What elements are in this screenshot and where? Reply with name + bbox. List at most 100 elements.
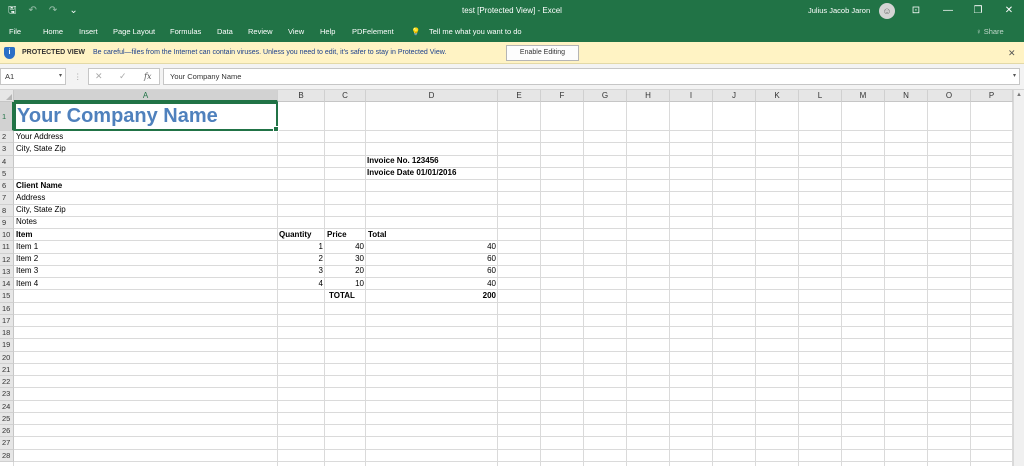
cell-c14[interactable]: 10	[326, 278, 364, 290]
close-message-bar-icon[interactable]: ✕	[1008, 42, 1016, 64]
cell-d4[interactable]: Invoice No. 123456	[367, 155, 439, 167]
cell-b14[interactable]: 4	[279, 278, 323, 290]
tab-insert[interactable]: Insert	[79, 22, 98, 42]
row-header-26[interactable]: 26	[0, 425, 14, 438]
column-header-j[interactable]: J	[713, 90, 756, 102]
row-header-20[interactable]: 20	[0, 351, 14, 364]
row-header-14[interactable]: 14	[0, 278, 14, 291]
column-header-b[interactable]: B	[278, 90, 325, 102]
cell-a7[interactable]: Address	[16, 192, 45, 204]
insert-function-icon[interactable]: fx	[144, 69, 151, 84]
cell-a9[interactable]: Notes	[16, 216, 37, 228]
row-header-13[interactable]: 13	[0, 265, 14, 278]
cell-d15[interactable]: 200	[367, 290, 496, 302]
cell-d14[interactable]: 40	[367, 278, 496, 290]
row-header-24[interactable]: 24	[0, 400, 14, 413]
cancel-icon[interactable]: ✕	[95, 69, 103, 84]
cell-d12[interactable]: 60	[367, 253, 496, 265]
cell-a8[interactable]: City, State Zip	[16, 204, 66, 216]
formula-bar-grip[interactable]: ⋮	[74, 68, 82, 85]
column-header-g[interactable]: G	[584, 90, 627, 102]
row-header-9[interactable]: 9	[0, 216, 14, 229]
cell-a6[interactable]: Client Name	[16, 180, 62, 192]
expand-formula-bar-icon[interactable]: ▾	[1013, 69, 1016, 84]
row-header-2[interactable]: 2	[0, 131, 14, 144]
row-header-3[interactable]: 3	[0, 143, 14, 156]
row-header-18[interactable]: 18	[0, 327, 14, 340]
share-button[interactable]: ♀ Share	[976, 22, 1004, 42]
row-header-12[interactable]: 12	[0, 253, 14, 266]
row-header-6[interactable]: 6	[0, 180, 14, 193]
tab-data[interactable]: Data	[217, 22, 233, 42]
row-header-25[interactable]: 25	[0, 412, 14, 425]
worksheet-grid[interactable]: A B C D E F G H I J K L M N O P 1 2 3 4 5 6 7 8 9 10 11 12 13 14 15 16 1…	[0, 90, 1024, 466]
row-header-22[interactable]: 22	[0, 376, 14, 389]
column-header-o[interactable]: O	[928, 90, 971, 102]
cell-b13[interactable]: 3	[279, 265, 323, 277]
tab-help[interactable]: Help	[320, 22, 335, 42]
row-header-8[interactable]: 8	[0, 204, 14, 217]
tab-pdfelement[interactable]: PDFelement	[352, 22, 394, 42]
column-header-d[interactable]: D	[366, 90, 498, 102]
row-header-1[interactable]: 1	[0, 102, 14, 131]
cell-c15[interactable]: TOTAL	[329, 290, 355, 302]
cell-b11[interactable]: 1	[279, 241, 323, 253]
cell-a2[interactable]: Your Address	[16, 131, 63, 143]
user-name[interactable]: Julius Jacob Jaron	[808, 0, 870, 22]
chevron-down-icon[interactable]: ▾	[59, 69, 62, 84]
close-button[interactable]: ✕	[999, 0, 1019, 22]
cell-a12[interactable]: Item 2	[16, 253, 38, 265]
row-header-5[interactable]: 5	[0, 167, 14, 180]
cell-a11[interactable]: Item 1	[16, 241, 38, 253]
row-header-27[interactable]: 27	[0, 437, 14, 450]
column-header-f[interactable]: F	[541, 90, 584, 102]
avatar[interactable]: ☺	[879, 3, 895, 19]
row-header-23[interactable]: 23	[0, 388, 14, 401]
tab-page-layout[interactable]: Page Layout	[113, 22, 155, 42]
protected-view-message[interactable]: Be careful—files from the Internet can c…	[93, 42, 446, 64]
tab-review[interactable]: Review	[248, 22, 273, 42]
row-header-7[interactable]: 7	[0, 192, 14, 205]
cell-d5[interactable]: Invoice Date 01/01/2016	[367, 167, 456, 179]
row-header-15[interactable]: 15	[0, 290, 14, 303]
column-header-l[interactable]: L	[799, 90, 842, 102]
column-header-c[interactable]: C	[325, 90, 366, 102]
cell-b10[interactable]: Quantity	[279, 229, 311, 241]
tab-home[interactable]: Home	[43, 22, 63, 42]
column-header-i[interactable]: I	[670, 90, 713, 102]
formula-input[interactable]: Your Company Name ▾	[163, 68, 1020, 85]
tab-view[interactable]: View	[288, 22, 304, 42]
cell-c12[interactable]: 30	[326, 253, 364, 265]
row-header-11[interactable]: 11	[0, 241, 14, 254]
row-header-10[interactable]: 10	[0, 229, 14, 242]
column-header-m[interactable]: M	[842, 90, 885, 102]
cell-c13[interactable]: 20	[326, 265, 364, 277]
select-all-button[interactable]	[0, 90, 14, 102]
minimize-button[interactable]: —	[938, 0, 958, 22]
row-header-17[interactable]: 17	[0, 314, 14, 327]
cell-d10[interactable]: Total	[368, 229, 387, 241]
column-header-a[interactable]: A	[14, 90, 278, 102]
scroll-up-icon[interactable]: ▲	[1016, 92, 1022, 98]
cell-a13[interactable]: Item 3	[16, 265, 38, 277]
row-header-4[interactable]: 4	[0, 155, 14, 168]
ribbon-display-options-icon[interactable]: ⊡	[906, 0, 926, 22]
cell-b12[interactable]: 2	[279, 253, 323, 265]
lightbulb-icon[interactable]: 💡	[411, 22, 420, 42]
column-header-p[interactable]: P	[971, 90, 1013, 102]
row-header-16[interactable]: 16	[0, 302, 14, 315]
row-header-21[interactable]: 21	[0, 363, 14, 376]
cell-a3[interactable]: City, State Zip	[16, 143, 66, 155]
cell-d13[interactable]: 60	[367, 265, 496, 277]
enter-icon[interactable]: ✓	[119, 69, 127, 84]
cell-c11[interactable]: 40	[326, 241, 364, 253]
tell-me-search[interactable]: Tell me what you want to do	[429, 22, 522, 42]
cell-d11[interactable]: 40	[367, 241, 496, 253]
cell-a14[interactable]: Item 4	[16, 278, 38, 290]
row-header-28[interactable]: 28	[0, 449, 14, 462]
cell-a10[interactable]: Item	[16, 229, 32, 241]
restore-button[interactable]: ❐	[968, 0, 988, 22]
column-header-h[interactable]: H	[627, 90, 670, 102]
tab-formulas[interactable]: Formulas	[170, 22, 201, 42]
column-header-e[interactable]: E	[498, 90, 541, 102]
